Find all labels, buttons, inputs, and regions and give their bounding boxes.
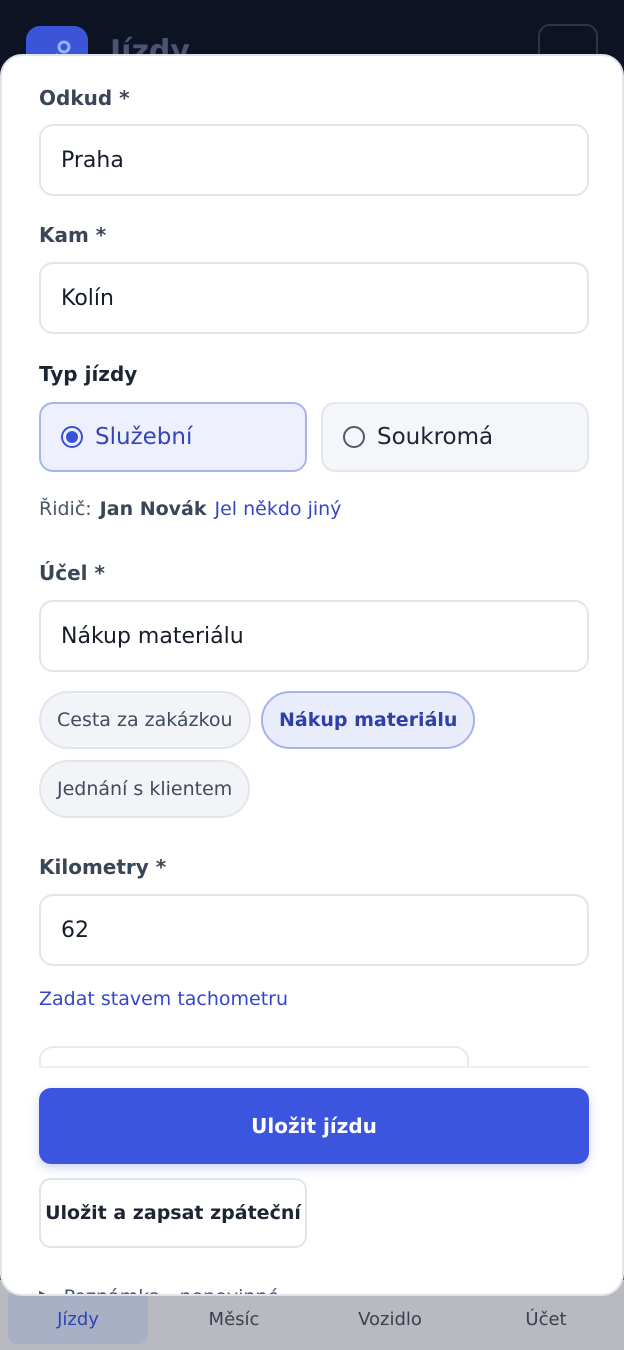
purpose-chip[interactable]: Jednání s klientem	[39, 760, 251, 818]
trip-type-business[interactable]: Služební	[39, 402, 307, 472]
trip-type-label: Typ jízdy	[39, 362, 138, 386]
caret-right-icon: ▶	[39, 1286, 54, 1294]
driver-name: Jan Novák	[99, 498, 207, 520]
to-label: Kam *	[39, 223, 107, 247]
purpose-input[interactable]	[39, 600, 589, 672]
save-return-button[interactable]: Uložit a zapsat zpáteční	[39, 1178, 307, 1248]
km-label: Kilometry *	[39, 855, 167, 879]
notes-toggle[interactable]: ▶ Poznámka - nepovinné	[39, 1286, 279, 1294]
form-footer: Uložit jízdu Uložit a zapsat zpáteční ▶ …	[2, 1068, 622, 1294]
trip-form-sheet: Odkud * Kam * Typ jízdy Služební Soukrom…	[0, 54, 624, 1296]
from-label: Odkud *	[39, 86, 130, 110]
to-input[interactable]	[39, 262, 589, 334]
km-input[interactable]	[39, 894, 589, 966]
radio-checked-icon	[61, 426, 83, 448]
purpose-chip-active[interactable]: Nákup materiálu	[261, 691, 476, 749]
purpose-chip[interactable]: Cesta za zakázkou	[39, 691, 251, 749]
radio-unchecked-icon	[343, 426, 365, 448]
driver-prefix: Řidič:	[39, 498, 92, 520]
trip-type-private[interactable]: Soukromá	[321, 402, 589, 472]
driver-row: Řidič: Jan Novák Jel někdo jiný	[39, 498, 341, 520]
from-input[interactable]	[39, 124, 589, 196]
save-trip-button[interactable]: Uložit jízdu	[39, 1088, 589, 1164]
purpose-label: Účel *	[39, 561, 105, 585]
change-driver-link[interactable]: Jel někdo jiný	[215, 498, 342, 520]
tachometer-link[interactable]: Zadat stavem tachometru	[39, 988, 288, 1010]
